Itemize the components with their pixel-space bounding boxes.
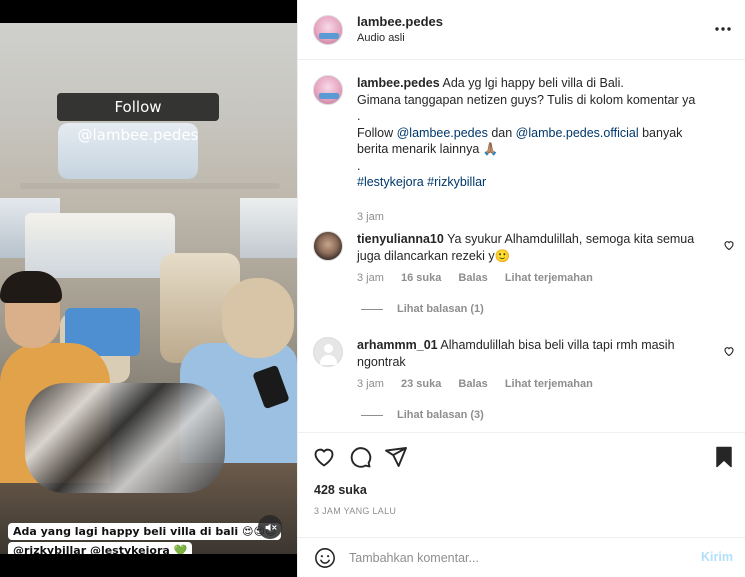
action-bar: 428 suka 3 JAM YANG LALU: [298, 432, 745, 537]
more-options-icon: [715, 27, 731, 31]
view-replies-label[interactable]: Lihat balasan (3): [397, 409, 484, 421]
comment-username[interactable]: tienyulianna10: [357, 232, 444, 246]
comment-input[interactable]: [349, 545, 679, 571]
comment-username[interactable]: arhammm_01: [357, 338, 438, 352]
post-header: lambee.pedes Audio asli: [298, 0, 745, 60]
person-figure: [25, 383, 225, 493]
video-caption-line: Ada yang lagi happy beli villa di bali 😍…: [8, 523, 282, 540]
video-frame[interactable]: Follow @lambee.pedes Ada yang lagi happy…: [0, 23, 297, 554]
bookmark-icon[interactable]: [712, 445, 736, 469]
share-icon[interactable]: [384, 445, 408, 469]
add-comment-bar: Kirim: [298, 537, 745, 577]
comment-likes[interactable]: 16 suka: [401, 272, 441, 284]
comment-time: 3 jam: [357, 378, 384, 390]
video-caption-line: @rizkybillar @lestykejora 💚: [8, 542, 193, 554]
reel-video[interactable]: Follow @lambee.pedes Ada yang lagi happy…: [0, 0, 297, 577]
audio-label[interactable]: Audio asli: [357, 32, 405, 44]
mute-button[interactable]: [258, 515, 282, 539]
caption-follow: dan: [491, 125, 513, 140]
like-comment-heart-icon[interactable]: [723, 239, 735, 251]
post-panel: lambee.pedes Audio asli lambee.pedes Ada…: [297, 0, 745, 577]
mention-link[interactable]: @lambe.pedes.official: [516, 126, 639, 140]
post-comment-button[interactable]: Kirim: [701, 550, 733, 564]
caption-follow: Follow: [357, 125, 394, 140]
hashtag-links[interactable]: #lestykejora #rizkybillar: [357, 175, 486, 189]
replies-divider: [361, 414, 383, 416]
comments-section[interactable]: lambee.pedes Ada yg lgi happy beli villa…: [298, 61, 745, 432]
person-figure: [0, 271, 62, 303]
mention-link[interactable]: @lambee.pedes: [397, 126, 488, 140]
post-date: 3 JAM YANG LALU: [314, 506, 397, 516]
caption-meta: 3 jam: [357, 211, 398, 223]
translate-button[interactable]: Lihat terjemahan: [505, 272, 593, 284]
header-username[interactable]: lambee.pedes: [357, 14, 443, 29]
car-window: [240, 198, 297, 258]
comment-text: tienyulianna10 Ya syukur Alhamdulillah, …: [357, 231, 707, 264]
avatar[interactable]: [313, 231, 343, 261]
muted-speaker-icon: [265, 523, 277, 531]
avatar[interactable]: [313, 15, 343, 45]
emoji-icon[interactable]: [314, 547, 336, 569]
view-replies-label[interactable]: Lihat balasan (1): [397, 303, 484, 315]
caption-time: 3 jam: [357, 211, 384, 223]
person-figure: [222, 278, 294, 358]
heart-icon[interactable]: [312, 445, 336, 469]
caption-text: lambee.pedes Ada yg lgi happy beli villa…: [357, 75, 712, 191]
like-comment-heart-icon[interactable]: [723, 345, 735, 357]
comment-icon[interactable]: [348, 445, 372, 469]
caption-dot: .: [357, 109, 361, 123]
reply-button[interactable]: Balas: [458, 378, 487, 390]
caption-line: Gimana tanggapan netizen guys? Tulis di …: [357, 92, 696, 107]
caption-line: Ada yg lgi happy beli villa di Bali.: [442, 76, 624, 90]
car-rear-window: [25, 213, 175, 278]
replies-divider: [361, 308, 383, 310]
more-options-button[interactable]: [711, 19, 735, 39]
likes-count[interactable]: 428 suka: [314, 483, 367, 497]
comment-text: arhammm_01 Alhamdulillah bisa beli villa…: [357, 337, 687, 370]
avatar[interactable]: [313, 337, 343, 367]
car-ceiling-rail: [20, 183, 280, 189]
comment-time: 3 jam: [357, 272, 384, 284]
comment-meta: 3 jam 23 suka Balas Lihat terjemahan: [357, 378, 607, 390]
avatar[interactable]: [313, 75, 343, 105]
comment-meta: 3 jam 16 suka Balas Lihat terjemahan: [357, 272, 607, 284]
caption-dot: .: [357, 158, 361, 173]
follow-watermark: Follow @lambee.pedes: [57, 93, 219, 144]
comment-likes[interactable]: 23 suka: [401, 378, 441, 390]
translate-button[interactable]: Lihat terjemahan: [505, 378, 593, 390]
video-caption: Ada yang lagi happy beli villa di bali 😍…: [8, 523, 282, 554]
view-replies-button[interactable]: Lihat balasan (3): [361, 409, 484, 421]
caption-username[interactable]: lambee.pedes: [357, 76, 440, 90]
reply-button[interactable]: Balas: [458, 272, 487, 284]
view-replies-button[interactable]: Lihat balasan (1): [361, 303, 484, 315]
